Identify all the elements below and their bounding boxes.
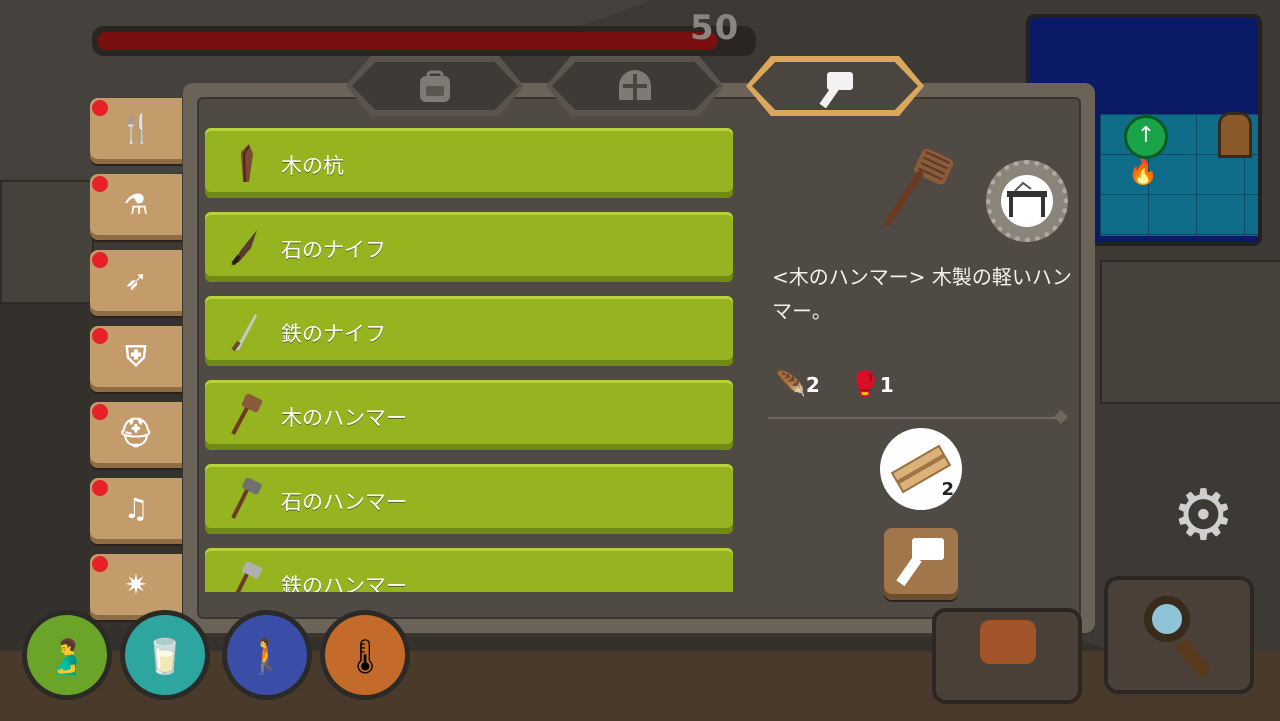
thermometer-icon: 🌡 (343, 637, 387, 677)
wood-hammer-icon (231, 394, 263, 435)
hammer-icon (746, 70, 924, 115)
material-qty: 2 (941, 479, 954, 500)
tab-crafting[interactable] (746, 56, 924, 116)
recipe-label: 木のハンマー (281, 406, 407, 430)
backpack-icon (980, 620, 1036, 664)
feather-icon: 🪶 (776, 370, 806, 398)
backpack-icon (346, 70, 524, 111)
divider (768, 417, 1060, 419)
stat-power: 🥊1 (850, 370, 894, 398)
wall-stone (1100, 260, 1280, 404)
iron-knife-icon (231, 314, 257, 352)
recipe-label: 木の杭 (281, 154, 344, 178)
recipe-list[interactable]: 木の杭 石のナイフ 鉄のナイフ 木のハンマー 石のハンマー 鉄のハンマー (205, 128, 733, 592)
hammer-icon (896, 538, 944, 587)
stomach-icon: 🫃 (45, 637, 89, 677)
thirst-gauge[interactable]: 🥛 (120, 610, 210, 700)
recipe-item[interactable]: 木のハンマー (205, 380, 733, 450)
tab-backpack[interactable] (346, 56, 524, 116)
water-glass-icon: 🥛 (143, 637, 187, 677)
recipe-item[interactable]: 木の杭 (205, 128, 733, 198)
music-icon: ♫ (123, 492, 149, 525)
side-tab-music[interactable]: ♫ (90, 478, 182, 544)
craft-button[interactable] (884, 528, 958, 600)
inventory-button[interactable] (932, 608, 1082, 704)
side-tab-potion[interactable]: ⚗ (90, 174, 182, 240)
iron-hammer-icon (235, 562, 263, 592)
recipe-label: 鉄のナイフ (281, 322, 386, 346)
stamina-gauge[interactable]: 🚶 (222, 610, 312, 700)
recipe-item[interactable]: 石のナイフ (205, 212, 733, 282)
settings-gear-icon[interactable]: ⚙ (1172, 480, 1235, 550)
tab-equipment[interactable] (546, 56, 724, 116)
recipe-item[interactable]: 鉄のハンマー (205, 548, 733, 592)
wall-stone (0, 180, 94, 304)
recipe-label: 鉄のハンマー (281, 574, 407, 592)
helmet-icon (546, 70, 724, 111)
item-description: <木のハンマー> 木製の軽いハンマー。 (772, 265, 1072, 323)
recipe-label: 石のハンマー (281, 490, 407, 514)
magnifier-icon (1144, 596, 1190, 642)
health-bar (92, 26, 756, 56)
boxing-glove-icon: 🥊 (850, 370, 880, 398)
helmet-icon: ⛑ (118, 416, 154, 449)
campfire-icon: 🔥 (1128, 158, 1158, 186)
hunger-gauge[interactable]: 🫃 (22, 610, 112, 700)
stat-power-value: 1 (879, 373, 894, 397)
material-wood-planks[interactable]: 2 (880, 428, 962, 510)
recipe-label: 石のナイフ (281, 238, 386, 262)
shield-icon: ⛨ (125, 340, 147, 373)
stat-weight-value: 2 (805, 373, 820, 397)
side-tab-food[interactable]: 🍴 (90, 98, 182, 164)
temperature-gauge[interactable]: 🌡 (320, 610, 410, 700)
stamina-icon: 🚶 (245, 637, 289, 677)
stone-hammer-icon (231, 478, 262, 519)
stat-weight: 🪶2 (776, 370, 820, 398)
sparkle-icon: ✷ (124, 568, 148, 601)
utensils-icon: 🍴 (118, 112, 154, 145)
recipe-item[interactable]: 石のハンマー (205, 464, 733, 534)
health-value: 50 (690, 8, 740, 48)
bow-icon: ➶ (124, 264, 148, 297)
stone-knife-icon (231, 230, 257, 266)
workbench-icon (1007, 181, 1047, 217)
side-tab-armor[interactable]: ⛨ (90, 326, 182, 392)
wood-hammer-icon (884, 148, 954, 226)
door-icon (1218, 112, 1252, 158)
wood-stake-icon (241, 144, 253, 183)
recipe-item[interactable]: 鉄のナイフ (205, 296, 733, 366)
search-button[interactable] (1104, 576, 1254, 694)
health-bar-fill (98, 32, 718, 50)
side-tab-helmet[interactable]: ⛑ (90, 402, 182, 468)
potion-icon: ⚗ (123, 188, 149, 221)
workbench-station (986, 160, 1068, 242)
exit-arrow-icon: ↑ (1124, 115, 1168, 159)
side-tab-weapons[interactable]: ➶ (90, 250, 182, 316)
